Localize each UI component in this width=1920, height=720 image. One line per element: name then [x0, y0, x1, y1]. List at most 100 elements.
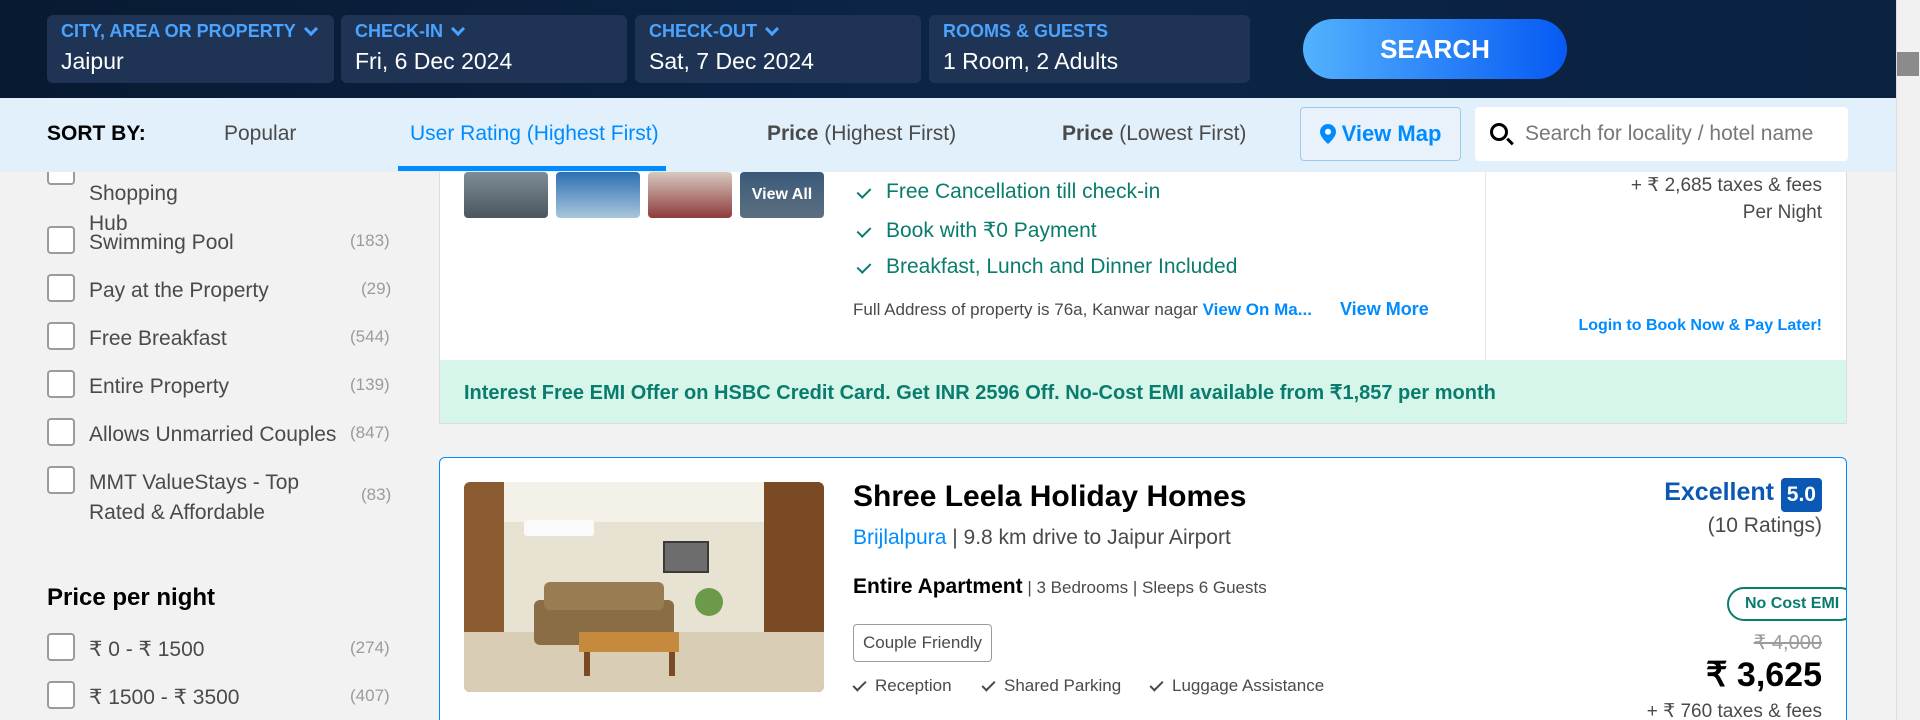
amenity-reception: Reception: [852, 676, 952, 696]
checkin-value: Fri, 6 Dec 2024: [355, 48, 513, 74]
checkbox[interactable]: [47, 274, 75, 302]
filter-price-1500-3500[interactable]: ₹ 1500 - ₹ 3500: [47, 681, 240, 709]
search-header: CITY, AREA OR PROPERTY Jaipur CHECK-IN F…: [0, 0, 1896, 98]
check-icon: [981, 676, 996, 692]
airport-distance: | 9.8 km drive to Jaipur Airport: [952, 526, 1231, 549]
emi-offer-banner: Interest Free EMI Offer on HSBC Credit C…: [440, 360, 1846, 423]
filter-mmt-valuestays[interactable]: MMT ValueStays - Top Rated & Affordable: [47, 466, 299, 524]
checkbox[interactable]: [47, 681, 75, 709]
filter-unmarried-couples[interactable]: Allows Unmarried Couples: [47, 418, 336, 446]
checkbox[interactable]: [47, 322, 75, 350]
filter-swimming-pool[interactable]: Swimming Pool: [47, 226, 234, 254]
checkbox[interactable]: [47, 226, 75, 254]
check-icon: [1149, 676, 1164, 692]
hotel-main-photo[interactable]: [464, 482, 824, 692]
sort-option-user-rating[interactable]: User Rating (Highest First): [410, 122, 659, 146]
check-icon: [856, 184, 872, 199]
rating-score-badge: 5.0: [1780, 478, 1822, 512]
amenity-shared-parking: Shared Parking: [981, 676, 1121, 696]
feature-free-cancellation: Free Cancellation till check-in: [856, 180, 1160, 204]
locality-search-input[interactable]: Search for locality / hotel name: [1475, 107, 1848, 161]
filter-label: ₹ 1500 - ₹ 3500: [89, 686, 240, 709]
hotel-thumbnail[interactable]: [648, 172, 732, 218]
filter-count: (83): [361, 485, 392, 504]
rooms-guests-field[interactable]: ROOMS & GUESTS 1 Room, 2 Adults: [929, 15, 1250, 83]
couple-friendly-tag: Couple Friendly: [853, 624, 993, 662]
filter-count: (183): [350, 231, 390, 250]
view-more-link[interactable]: View More: [1340, 299, 1429, 320]
checkbox[interactable]: [47, 370, 75, 398]
checkout-field[interactable]: CHECK-OUT Sat, 7 Dec 2024: [635, 15, 921, 83]
filter-label: Pay at the Property: [89, 279, 269, 302]
sort-option-popular[interactable]: Popular: [224, 122, 296, 146]
property-type: Entire Apartment | 3 Bedrooms | Sleeps 6…: [853, 575, 1267, 599]
page-scrollbar[interactable]: [1896, 0, 1920, 720]
filter-count: (407): [350, 686, 390, 705]
checkbox[interactable]: [47, 172, 75, 185]
rating-count: (10 Ratings): [1707, 514, 1822, 537]
filter-label: Allows Unmarried Couples: [89, 423, 337, 446]
view-on-map-link[interactable]: View On Ma...: [1203, 300, 1312, 319]
filter-count: (544): [350, 327, 390, 346]
checkin-field[interactable]: CHECK-IN Fri, 6 Dec 2024: [341, 15, 627, 83]
checkin-label: CHECK-IN: [355, 21, 613, 42]
sort-option-price-high[interactable]: Price (Highest First): [767, 122, 956, 146]
feature-meals-included: Breakfast, Lunch and Dinner Included: [856, 255, 1237, 279]
city-field[interactable]: CITY, AREA OR PROPERTY Jaipur: [47, 15, 334, 83]
filter-entire-property[interactable]: Entire Property: [47, 370, 229, 398]
price-per-night-heading: Price per night: [47, 584, 216, 611]
sort-option-price-low[interactable]: Price (Lowest First): [1062, 122, 1246, 146]
hotel-thumbnail[interactable]: [556, 172, 640, 218]
city-value: Jaipur: [61, 48, 124, 74]
no-cost-emi-chip: No Cost EMI: [1727, 587, 1846, 621]
checkout-value: Sat, 7 Dec 2024: [649, 48, 814, 74]
original-price: ₹ 4,000: [1753, 632, 1822, 654]
filter-pay-at-property[interactable]: Pay at the Property: [47, 274, 269, 302]
hotel-room-image: [464, 482, 824, 692]
filter-free-breakfast[interactable]: Free Breakfast: [47, 322, 227, 350]
chevron-down-icon: [303, 21, 318, 36]
filter-shopping-hub[interactable]: Shopping Hub: [47, 172, 178, 235]
property-details: | 3 Bedrooms | Sleeps 6 Guests: [1027, 578, 1267, 597]
hotel-thumbnail[interactable]: [464, 172, 548, 218]
city-label: CITY, AREA OR PROPERTY: [61, 21, 320, 42]
filter-label: ₹ 0 - ₹ 1500: [89, 638, 205, 661]
map-pin-icon: [1319, 124, 1336, 144]
filter-label: MMT ValueStays - Top Rated & Affordable: [89, 471, 300, 524]
filter-count: (29): [361, 279, 392, 298]
hotel-card-shree-leela[interactable]: Shree Leela Holiday Homes Brijlalpura | …: [439, 457, 1847, 720]
rating-text: Excellent: [1664, 478, 1774, 506]
filter-sidebar: Shopping Hub Swimming Pool (183) Pay at …: [0, 172, 420, 720]
scrollbar-thumb[interactable]: [1897, 52, 1919, 76]
chevron-down-icon: [450, 21, 466, 36]
feature-zero-payment: Book with ₹0 Payment: [856, 218, 1097, 243]
filter-count: (139): [350, 375, 390, 394]
locality-search-placeholder: Search for locality / hotel name: [1525, 122, 1814, 145]
hotel-card-previous[interactable]: View All Free Cancellation till check-in…: [439, 172, 1847, 424]
login-book-link[interactable]: Login to Book Now & Pay Later!: [1578, 317, 1822, 335]
checkbox[interactable]: [47, 418, 75, 446]
view-map-button[interactable]: View Map: [1300, 107, 1461, 161]
filter-count: (274): [350, 638, 390, 657]
filter-label: Entire Property: [89, 375, 230, 398]
search-button[interactable]: SEARCH: [1303, 19, 1567, 79]
full-address: Full Address of property is 76a, Kanwar …: [853, 300, 1312, 319]
filter-count: (847): [350, 423, 390, 442]
hotel-location: Brijlalpura | 9.8 km drive to Jaipur Air…: [853, 526, 1231, 550]
view-map-label: View Map: [1341, 121, 1442, 146]
rooms-label: ROOMS & GUESTS: [943, 21, 1109, 41]
checkbox[interactable]: [47, 633, 75, 661]
search-icon: [1490, 123, 1508, 141]
filter-price-0-1500[interactable]: ₹ 0 - ₹ 1500: [47, 633, 204, 661]
filter-label: Swimming Pool: [89, 231, 234, 254]
rooms-value: 1 Room, 2 Adults: [943, 48, 1119, 74]
amenity-luggage-assistance: Luggage Assistance: [1149, 676, 1324, 696]
property-type-label: Entire Apartment: [853, 575, 1023, 598]
locality-link[interactable]: Brijlalpura: [853, 526, 946, 549]
hotel-name[interactable]: Shree Leela Holiday Homes: [853, 480, 1247, 514]
check-icon: [856, 259, 872, 274]
checkout-label: CHECK-OUT: [649, 21, 907, 42]
taxes-fees: + ₹ 760 taxes & fees: [1646, 701, 1822, 720]
checkbox[interactable]: [47, 466, 75, 494]
view-all-photos[interactable]: View All: [740, 172, 824, 218]
